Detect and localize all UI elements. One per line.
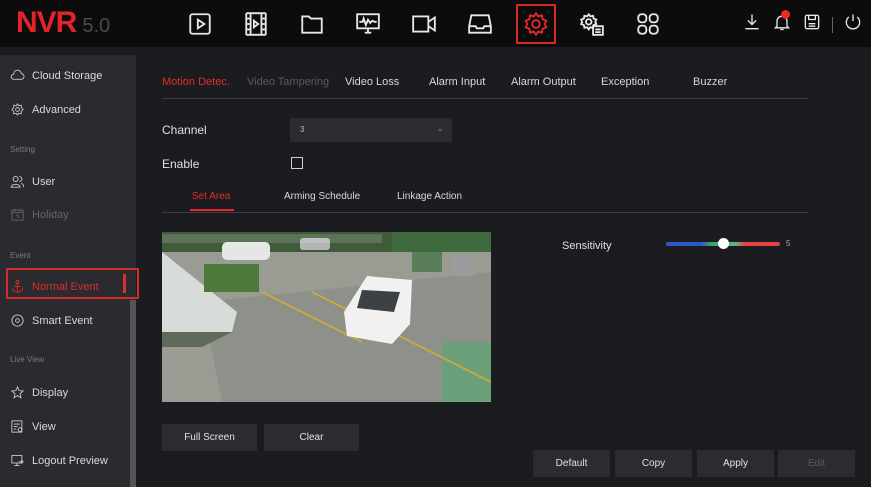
logout-icon <box>11 455 24 466</box>
sidebar-item-label: Cloud Storage <box>32 69 103 82</box>
sensitivity-label: Sensitivity <box>562 240 612 252</box>
video-file-icon[interactable] <box>238 6 274 42</box>
edit-button[interactable]: Edit <box>778 450 855 477</box>
enable-label: Enable <box>162 157 200 171</box>
clear-button[interactable]: Clear <box>264 424 359 451</box>
sidebar-item-label: Display <box>32 386 69 399</box>
target-icon <box>11 314 24 327</box>
camera-snapshot <box>162 232 491 402</box>
grid-icon[interactable] <box>630 6 666 42</box>
star-icon <box>10 385 25 399</box>
sidebar-item-logout-preview[interactable]: Logout Preview <box>10 453 108 468</box>
cloud-icon <box>10 69 25 80</box>
sidebar-item-cloud-storage[interactable]: Cloud Storage <box>10 68 102 83</box>
sidebar-item-label: User <box>32 175 56 188</box>
sidebar-item-label: Holiday <box>32 208 69 221</box>
download-icon[interactable] <box>742 12 762 37</box>
main-nav <box>182 4 686 44</box>
network-monitor-icon[interactable] <box>350 6 386 42</box>
subtab-set-area[interactable]: Set Area <box>192 191 230 202</box>
channel-value: 3 <box>300 125 305 134</box>
logo-brand: NVR <box>16 6 77 39</box>
tab-alarm-output[interactable]: Alarm Output <box>511 76 576 88</box>
tab-motion-detection[interactable]: Motion Detec. <box>162 76 230 88</box>
alarm-bell-icon[interactable] <box>772 10 792 37</box>
storage-tray-icon[interactable] <box>462 6 498 42</box>
sidebar-item-user[interactable]: User <box>10 174 55 189</box>
full-screen-button[interactable]: Full Screen <box>162 424 257 451</box>
top-right-tools <box>742 10 863 37</box>
tab-exception[interactable]: Exception <box>601 76 649 88</box>
apply-button[interactable]: Apply <box>697 450 774 477</box>
sidebar-scrollbar[interactable] <box>130 300 136 487</box>
subtab-underline <box>190 209 234 211</box>
save-icon[interactable] <box>802 12 822 37</box>
tab-video-tampering[interactable]: Video Tampering <box>247 76 329 88</box>
tab-buzzer[interactable]: Buzzer <box>693 76 727 88</box>
sidebar-item-label: Smart Event <box>32 314 93 327</box>
section-setting: Setting <box>10 145 35 154</box>
power-icon[interactable] <box>843 12 863 37</box>
users-icon <box>10 176 25 188</box>
active-item-marker <box>123 274 126 293</box>
sidebar-item-display[interactable]: Display <box>10 385 68 400</box>
logo: NVR 5.0 <box>16 6 110 40</box>
sidebar-item-advanced[interactable]: Advanced <box>10 102 81 117</box>
channel-label: Channel <box>162 123 207 137</box>
gear-badge-icon <box>11 103 24 116</box>
folder-icon[interactable] <box>294 6 330 42</box>
camera-icon[interactable] <box>406 6 442 42</box>
sidebar-item-view[interactable]: View <box>10 419 56 434</box>
calendar-icon <box>11 208 24 221</box>
settings-gear-icon[interactable] <box>516 4 556 44</box>
detection-subtabs: Set Area Arming Schedule Linkage Action <box>162 186 808 213</box>
event-tabs: Motion Detec. Video Tampering Video Loss… <box>162 70 808 99</box>
system-config-icon[interactable] <box>574 6 610 42</box>
chevron-down-icon: ⌄ <box>436 123 444 133</box>
view-icon <box>11 420 23 433</box>
logo-version: 5.0 <box>82 15 111 37</box>
tab-alarm-input[interactable]: Alarm Input <box>429 76 485 88</box>
sidebar-item-holiday[interactable]: Holiday <box>10 207 69 222</box>
alarm-badge <box>781 10 790 19</box>
channel-select[interactable]: 3 ⌄ <box>290 118 452 142</box>
section-event: Event <box>10 251 31 260</box>
default-button[interactable]: Default <box>533 450 610 477</box>
subtab-arming-schedule[interactable]: Arming Schedule <box>284 191 360 202</box>
top-bar: NVR 5.0 <box>0 0 871 47</box>
enable-checkbox[interactable] <box>291 157 303 169</box>
sensitivity-value: 5 <box>786 239 791 248</box>
camera-preview[interactable] <box>162 232 491 402</box>
active-item-highlight <box>6 268 139 299</box>
playback-icon[interactable] <box>182 6 218 42</box>
sidebar-item-label: View <box>32 420 56 433</box>
divider <box>832 16 833 33</box>
sidebar-item-label: Advanced <box>32 103 81 116</box>
section-live-view: Live View <box>10 355 45 364</box>
copy-button[interactable]: Copy <box>615 450 692 477</box>
sensitivity-slider-thumb[interactable] <box>717 238 729 249</box>
sidebar-item-smart-event[interactable]: Smart Event <box>10 313 93 328</box>
subtab-linkage-action[interactable]: Linkage Action <box>397 191 462 202</box>
tab-video-loss[interactable]: Video Loss <box>345 76 399 88</box>
sidebar-item-label: Logout Preview <box>32 454 108 467</box>
